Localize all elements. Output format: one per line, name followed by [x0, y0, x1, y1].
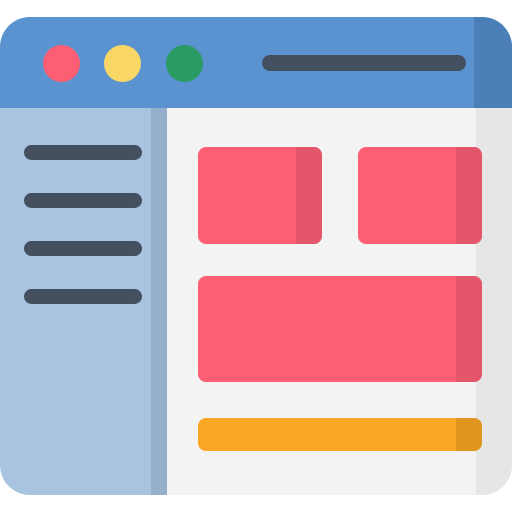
progress-bar: [198, 418, 482, 451]
close-button[interactable]: [43, 45, 80, 82]
card-shade: [296, 147, 322, 244]
title-bar-shade: [474, 17, 512, 108]
content-card-1[interactable]: [198, 147, 322, 244]
sidebar-item-3[interactable]: [24, 241, 142, 256]
content-banner[interactable]: [198, 276, 482, 382]
content-card-2[interactable]: [358, 147, 482, 244]
sidebar: [0, 108, 167, 495]
sidebar-item-2[interactable]: [24, 193, 142, 208]
sidebar-item-4[interactable]: [24, 289, 142, 304]
browser-window: [0, 17, 512, 495]
sidebar-item-1[interactable]: [24, 145, 142, 160]
address-bar[interactable]: [262, 55, 466, 71]
sidebar-divider: [151, 108, 167, 495]
card-shade: [456, 276, 482, 382]
progress-bar-shade: [456, 418, 482, 451]
maximize-button[interactable]: [166, 45, 203, 82]
main-content: [167, 108, 512, 495]
title-bar: [0, 17, 512, 108]
minimize-button[interactable]: [104, 45, 141, 82]
card-shade: [456, 147, 482, 244]
